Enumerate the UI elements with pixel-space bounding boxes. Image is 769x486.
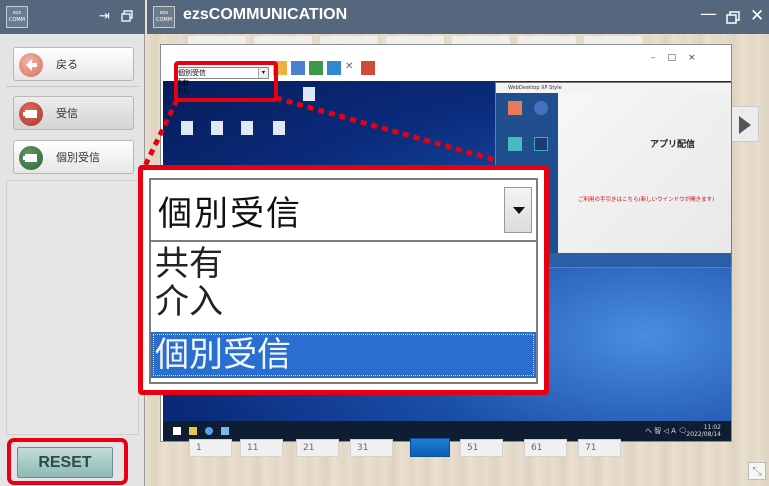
pin-icon[interactable]: ⇥ xyxy=(99,9,110,24)
spss-icon[interactable] xyxy=(534,101,548,115)
explorer-icon[interactable] xyxy=(189,427,197,435)
chevron-down-icon xyxy=(513,207,525,214)
remote-window-controls[interactable]: –□× xyxy=(651,53,708,63)
tool-icon[interactable] xyxy=(361,61,375,75)
left-panel: ezs COMM ⇥ 戻る 受信 個別受信 RESET xyxy=(0,0,145,486)
mini-select-highlight-box xyxy=(174,61,278,102)
taskbar-time: 11:02 xyxy=(703,424,721,431)
screen-icon[interactable] xyxy=(309,61,323,75)
taskbar-date: 2022/08/14 xyxy=(686,431,721,438)
left-titlebar: ezs COMM ⇥ xyxy=(0,0,145,34)
receive-icon xyxy=(19,102,43,126)
main-titlebar: ezs COMM ezsCOMMUNICATION — ✕ xyxy=(147,0,769,34)
back-button[interactable]: 戻る xyxy=(13,47,134,81)
screen-thumbnail[interactable]: 31 xyxy=(350,439,393,457)
close-icon[interactable]: ✕ xyxy=(750,6,764,26)
app-icon[interactable] xyxy=(221,427,229,435)
arcgis-icon[interactable] xyxy=(508,137,522,151)
back-arrow-icon xyxy=(19,53,43,77)
desktop-file-icon[interactable] xyxy=(303,87,315,101)
screen-thumbnail[interactable]: 61 xyxy=(524,439,567,457)
screen-thumbnail[interactable]: 1 xyxy=(189,439,232,457)
dialog-help-link[interactable]: ご利用の手引きはこちら(新しいウインドウが開きます) xyxy=(578,195,714,203)
back-button-label: 戻る xyxy=(56,58,78,71)
mode-select-value: 個別受信 xyxy=(158,194,302,234)
screen-thumbnail[interactable]: 21 xyxy=(296,439,339,457)
corner-expand-icon[interactable]: ⤡ xyxy=(748,462,766,480)
restore-window-icon[interactable] xyxy=(121,10,133,22)
monitor-icon[interactable] xyxy=(291,61,305,75)
individual-receive-icon xyxy=(19,146,43,170)
desktop-file-icon[interactable] xyxy=(211,121,223,135)
browser-icon[interactable] xyxy=(205,427,213,435)
dropdown-arrow-button[interactable] xyxy=(504,187,532,233)
restore-window-icon[interactable] xyxy=(726,11,740,25)
photoshop-icon[interactable] xyxy=(534,137,548,151)
dialog-content: アプリ配信 ご利用の手引きはこちら(新しいウインドウが開きます) xyxy=(558,93,731,253)
zoomed-dropdown-callout: 個別受信 共有 介入 個別受信 xyxy=(138,165,549,395)
close-icon[interactable]: ✕ xyxy=(345,61,359,75)
receive-button-label: 受信 xyxy=(56,107,78,120)
divider xyxy=(6,86,139,87)
reset-highlight-box xyxy=(7,438,128,485)
screen-thumbnail[interactable]: 11 xyxy=(240,439,283,457)
screen-thumbnail[interactable]: 71 xyxy=(578,439,621,457)
minimize-icon[interactable]: — xyxy=(700,4,717,24)
individual-receive-button-label: 個別受信 xyxy=(56,151,100,164)
left-panel-content-area xyxy=(6,180,139,435)
receive-button[interactable]: 受信 xyxy=(13,96,134,130)
screen-thumbnail-active[interactable] xyxy=(410,438,450,457)
mode-options-list: 共有 介入 個別受信 xyxy=(149,242,538,384)
option-individual-receive[interactable]: 個別受信 xyxy=(151,332,536,378)
desktop-file-icon[interactable] xyxy=(181,121,193,135)
individual-receive-button[interactable]: 個別受信 xyxy=(13,140,134,174)
desktop-file-icon[interactable] xyxy=(241,121,253,135)
desktop-file-icon[interactable] xyxy=(273,121,285,135)
screen-thumbnail[interactable]: 51 xyxy=(460,439,503,457)
system-tray[interactable]: へ 智 ◁ A 🗨 xyxy=(645,426,687,436)
dialog-heading: アプリ配信 xyxy=(650,140,696,150)
acrobat-icon[interactable] xyxy=(508,101,522,115)
next-page-arrow[interactable] xyxy=(729,106,759,142)
option-share[interactable]: 共有 xyxy=(151,244,536,284)
app-logo-icon: ezs COMM xyxy=(6,6,28,28)
app-logo-icon: ezs COMM xyxy=(153,6,175,28)
start-icon[interactable] xyxy=(173,427,181,435)
app-title: ezsCOMMUNICATION xyxy=(183,6,348,23)
dialog-title: WebDesktop XP Style xyxy=(496,83,731,93)
mode-select[interactable]: 個別受信 xyxy=(149,178,538,242)
taskbar-clock: 11:02 2022/08/14 xyxy=(686,424,721,438)
option-intervene[interactable]: 介入 xyxy=(151,282,536,322)
chevron-right-icon xyxy=(739,116,751,134)
share-icon[interactable] xyxy=(327,61,341,75)
